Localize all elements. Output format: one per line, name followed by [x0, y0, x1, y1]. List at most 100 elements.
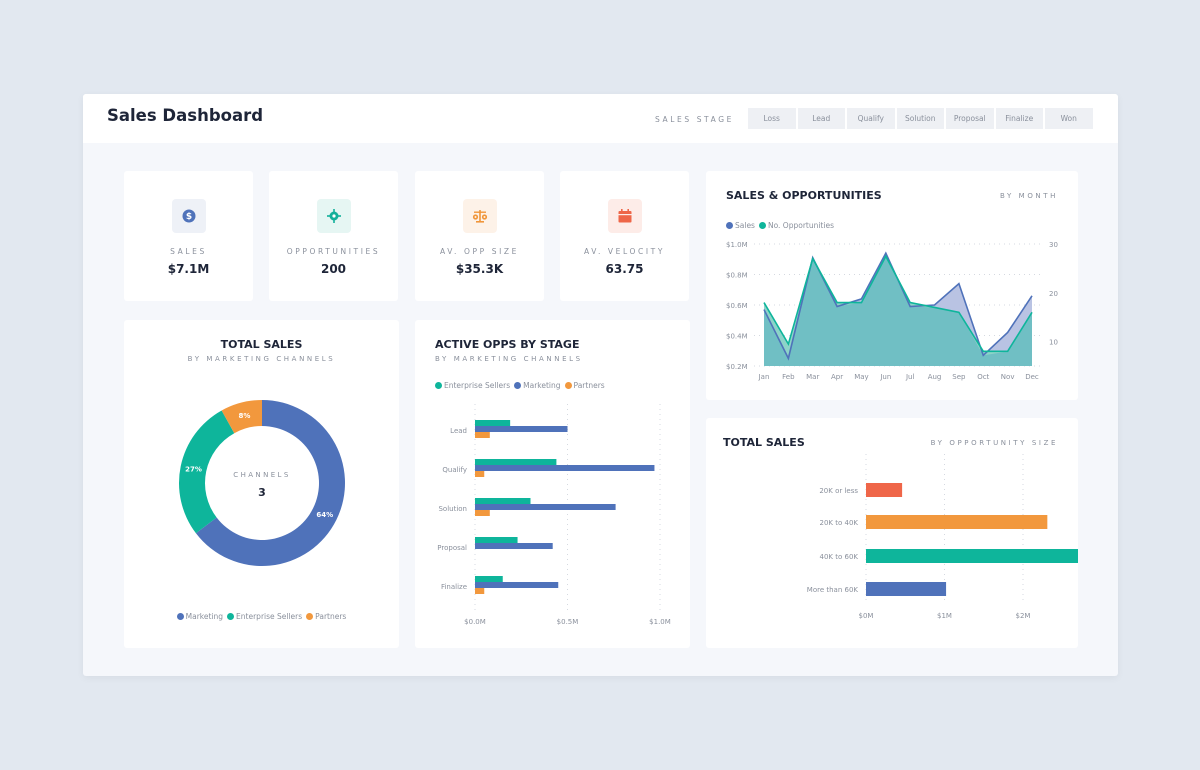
stage-tab-proposal[interactable]: Proposal: [946, 108, 994, 129]
y-tick-left: $1.0M: [726, 241, 748, 249]
active-opps-bar-chart: $0.0M $0.5M $1.0M Lead Qualify Solution Propos…: [437, 404, 671, 626]
stage-tab-finalize[interactable]: Finalize: [995, 108, 1043, 129]
donut-slice-label: 27%: [185, 466, 202, 474]
bar-marketing: [475, 504, 616, 510]
bar-marketing: [475, 465, 655, 471]
target-icon: [316, 199, 351, 233]
bar-partners: [475, 510, 490, 516]
kpi-value: $35.3K: [455, 262, 504, 276]
sales-stage-filter: Loss Lead Qualify Solution Proposal Fina…: [748, 108, 1093, 129]
legend-item-enterprise-sellers[interactable]: Enterprise Sellers: [227, 612, 302, 621]
bar-marketing: [475, 582, 559, 588]
kpi-value: 200: [320, 262, 347, 276]
x-tick: Sep: [952, 373, 966, 381]
y-tick-left: $0.4M: [726, 333, 748, 341]
x-tick: $1M: [937, 612, 952, 620]
sales-opportunities-card: SALES & OPPORTUNITIES BY MONTH Sales No.…: [706, 171, 1078, 400]
legend-swatch: [227, 613, 235, 620]
x-tick: Apr: [831, 373, 843, 381]
legend-label: Partners: [315, 612, 347, 621]
bar-enterprise-sellers: [475, 576, 503, 582]
chart-legend: Marketing Enterprise Sellers Partners: [124, 612, 399, 621]
stage-tab-won[interactable]: Won: [1045, 108, 1093, 129]
x-tick: May: [854, 373, 868, 381]
y-tick: Qualify: [442, 466, 467, 474]
stage-tab-loss[interactable]: Loss: [748, 108, 796, 129]
y-tick: Finalize: [441, 583, 467, 591]
active-opps-card: ACTIVE OPPS BY STAGE BY MARKETING CHANNE…: [415, 320, 690, 648]
x-tick: Feb: [782, 373, 795, 381]
x-tick: Nov: [1001, 373, 1015, 381]
y-tick-right: 30: [1049, 241, 1058, 249]
kpi-card-opportunities: OPPORTUNITIES 200: [269, 171, 398, 301]
bar-marketing: [475, 543, 553, 549]
y-tick-right: 10: [1049, 339, 1058, 347]
bar-40k-to-60k: [866, 549, 1078, 563]
legend-label: Marketing: [185, 612, 224, 621]
legend-label: Enterprise Sellers: [236, 612, 303, 621]
y-tick-right: 20: [1049, 290, 1058, 298]
x-tick: $0.0M: [464, 618, 486, 626]
bar-partners: [475, 588, 485, 594]
page-title: Sales Dashboard: [107, 106, 264, 125]
bar-enterprise-sellers: [475, 459, 557, 465]
dashboard-frame: Sales Dashboard SALES STAGE Loss Lead Qu…: [83, 94, 1118, 676]
bar-partners: [475, 432, 490, 438]
kpi-card-sales: $ SALES $7.1M: [124, 171, 253, 301]
kpi-card-av-velocity: AV. VELOCITY 63.75: [560, 171, 689, 301]
y-tick: Solution: [438, 505, 467, 513]
kpi-value: $7.1M: [167, 262, 210, 276]
kpi-label: AV. VELOCITY: [583, 247, 666, 256]
x-tick: Dec: [1025, 373, 1039, 381]
legend-swatch: [306, 613, 314, 620]
bar-20k-or-less: [866, 483, 903, 497]
bar-enterprise-sellers: [475, 537, 518, 543]
sales-opportunities-chart: $0.2M $0.4M $0.6M $0.8M $1.0M 10 20 30 Jan Feb Mar…: [726, 241, 1058, 381]
kpi-label: AV. OPP SIZE: [440, 247, 519, 256]
stage-tab-lead[interactable]: Lead: [797, 108, 845, 129]
y-tick-left: $0.6M: [726, 302, 748, 310]
bar-partners: [475, 471, 485, 477]
donut-center-label: CHANNELS: [233, 471, 290, 479]
legend-swatch: [176, 613, 184, 620]
x-tick: $2M: [1016, 612, 1031, 620]
donut-slice-label: 64%: [316, 511, 333, 519]
stage-tab-solution[interactable]: Solution: [896, 108, 944, 129]
y-tick: More than 60K: [807, 586, 859, 594]
x-tick: Jun: [879, 373, 891, 381]
y-tick: Lead: [450, 427, 467, 435]
y-tick-left: $0.8M: [726, 272, 748, 280]
y-tick: 40K to 60K: [820, 553, 859, 561]
x-tick: Jul: [905, 373, 915, 381]
x-tick: Oct: [977, 373, 989, 381]
header-bar: Sales Dashboard SALES STAGE Loss Lead Qu…: [83, 94, 1118, 143]
x-tick: $0.5M: [557, 618, 579, 626]
x-tick: Mar: [806, 373, 819, 381]
kpi-value: 63.75: [605, 262, 644, 276]
y-tick: 20K to 40K: [820, 519, 859, 527]
kpi-label: SALES: [170, 247, 207, 256]
x-tick: $1.0M: [649, 618, 671, 626]
legend-item-partners[interactable]: Partners: [306, 612, 346, 621]
scale-icon: [462, 199, 497, 233]
y-tick-left: $0.2M: [726, 363, 748, 371]
calendar-icon: [607, 199, 642, 233]
x-tick: Aug: [928, 373, 942, 381]
total-sales-channels-card: TOTAL SALES BY MARKETING CHANNELS 64% 27%…: [124, 320, 399, 648]
svg-text:$: $: [185, 212, 191, 222]
bar-enterprise-sellers: [475, 498, 531, 504]
y-tick: Proposal: [437, 544, 467, 552]
donut-slice-label: 8%: [238, 412, 250, 420]
bar-more-than-60k: [866, 582, 947, 596]
opp-size-bar-chart: $0M$1M$2M$3M20K or less20K to 40K40K to …: [807, 454, 1078, 620]
x-tick: $0M: [859, 612, 874, 620]
stage-tab-qualify[interactable]: Qualify: [847, 108, 895, 129]
donut-center-value: 3: [258, 486, 266, 499]
kpi-label: OPPORTUNITIES: [286, 247, 381, 256]
kpi-card-av-opp-size: AV. OPP SIZE $35.3K: [415, 171, 544, 301]
x-tick: Jan: [758, 373, 770, 381]
total-sales-size-card: TOTAL SALES BY OPPORTUNITY SIZE $0M $1M $2…: [706, 418, 1078, 648]
bar-20k-to-40k: [866, 515, 1048, 529]
legend-item-marketing[interactable]: Marketing: [176, 612, 224, 621]
channels-donut-chart: 64% 27% 8% CHANNELS 3: [179, 400, 345, 566]
